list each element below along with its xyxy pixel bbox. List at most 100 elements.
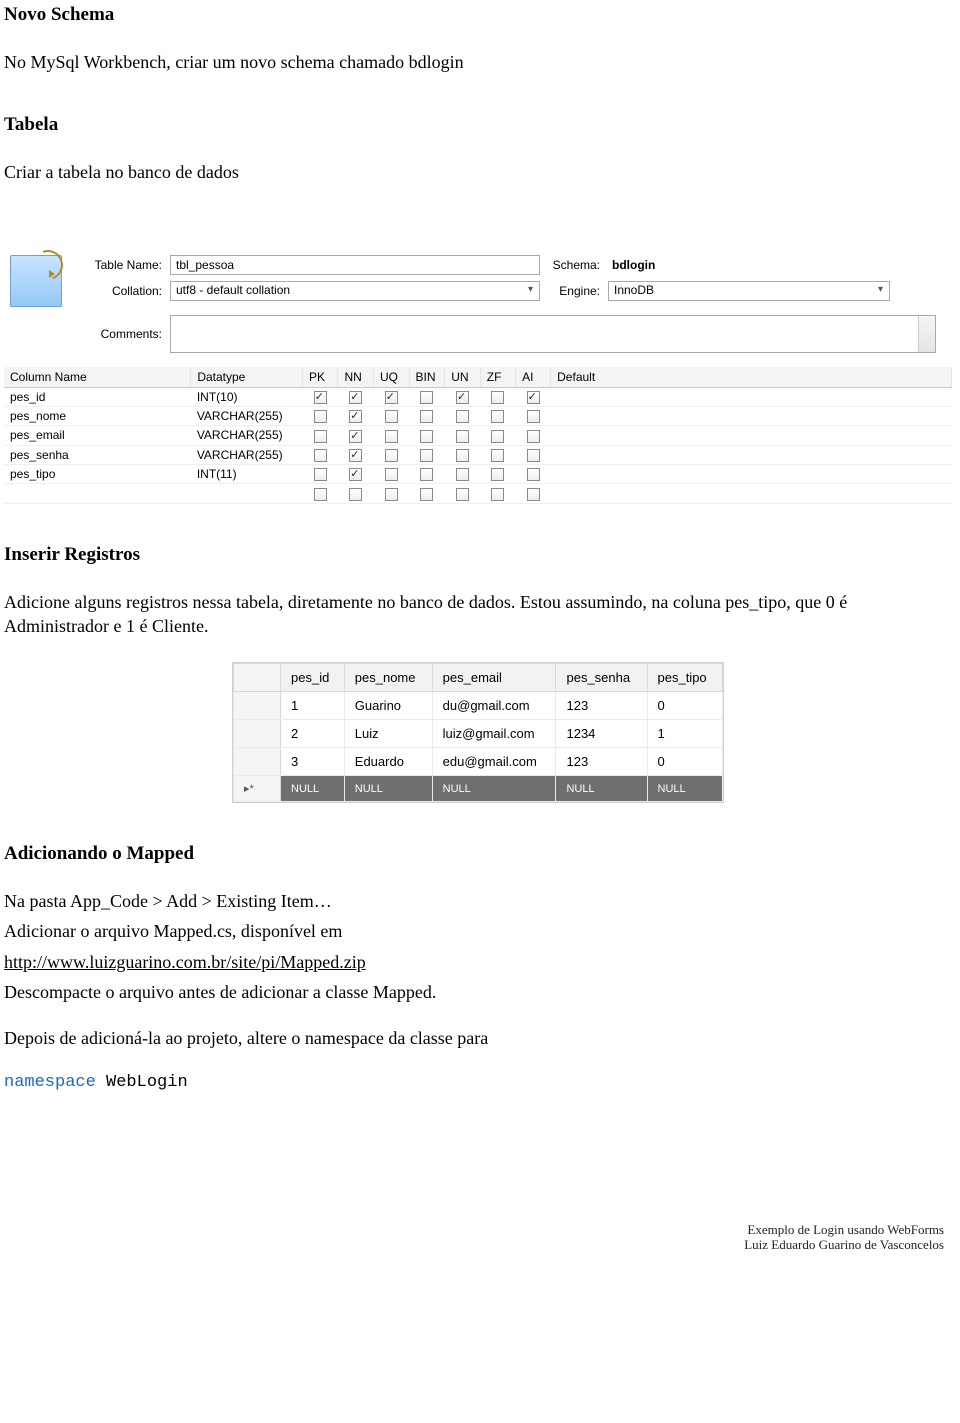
cell-id[interactable]: 3	[281, 748, 345, 776]
cell-id[interactable]: 2	[281, 720, 345, 748]
checkbox[interactable]	[491, 468, 504, 481]
cell-colname[interactable]: pes_senha	[4, 445, 191, 464]
cell-default[interactable]	[551, 426, 952, 445]
checkbox[interactable]	[491, 430, 504, 443]
cell-email[interactable]: du@gmail.com	[432, 692, 556, 720]
checkbox[interactable]	[420, 488, 433, 501]
cell-senha[interactable]: 1234	[556, 720, 647, 748]
checkbox[interactable]	[349, 488, 362, 501]
text-mapped-2: Adicionar o arquivo Mapped.cs, disponíve…	[4, 919, 952, 943]
textarea-comments[interactable]	[170, 315, 936, 353]
checkbox[interactable]	[314, 391, 327, 404]
text-inserir-desc: Adicione alguns registros nessa tabela, …	[4, 590, 952, 639]
checkbox[interactable]	[314, 468, 327, 481]
checkbox[interactable]	[314, 430, 327, 443]
checkbox[interactable]	[385, 449, 398, 462]
cell-nome[interactable]: Luiz	[344, 720, 432, 748]
cell-tipo[interactable]: 1	[647, 720, 723, 748]
cell-datatype[interactable]: INT(11)	[191, 464, 303, 483]
cell-datatype[interactable]: INT(10)	[191, 387, 303, 406]
cell-senha[interactable]: 123	[556, 692, 647, 720]
checkbox[interactable]	[456, 488, 469, 501]
cell-datatype[interactable]: VARCHAR(255)	[191, 445, 303, 464]
data-row[interactable]: 3Eduardoedu@gmail.com1230	[234, 748, 723, 776]
col-header-ai: AI	[516, 367, 551, 388]
cell-colname[interactable]: pes_tipo	[4, 464, 191, 483]
cell-default[interactable]	[551, 387, 952, 406]
checkbox[interactable]	[385, 488, 398, 501]
col-header-default: Default	[551, 367, 952, 388]
label-engine: Engine:	[548, 284, 600, 298]
checkbox[interactable]	[385, 410, 398, 423]
checkbox[interactable]	[491, 391, 504, 404]
text-mapped-3: Descompacte o arquivo antes de adicionar…	[4, 980, 952, 1004]
cell-tipo[interactable]: 0	[647, 692, 723, 720]
checkbox[interactable]	[420, 468, 433, 481]
cell-default[interactable]	[551, 445, 952, 464]
checkbox[interactable]	[456, 391, 469, 404]
checkbox[interactable]	[456, 430, 469, 443]
checkbox[interactable]	[349, 430, 362, 443]
cell-datatype[interactable]: VARCHAR(255)	[191, 406, 303, 425]
input-table-name[interactable]	[170, 255, 540, 275]
cell-colname[interactable]: pes_email	[4, 426, 191, 445]
checkbox[interactable]	[527, 449, 540, 462]
checkbox[interactable]	[527, 391, 540, 404]
checkbox[interactable]	[420, 391, 433, 404]
checkbox[interactable]	[491, 488, 504, 501]
checkbox[interactable]	[385, 430, 398, 443]
cell-datatype[interactable]: VARCHAR(255)	[191, 426, 303, 445]
cell-default[interactable]	[551, 464, 952, 483]
checkbox[interactable]	[527, 468, 540, 481]
checkbox[interactable]	[385, 468, 398, 481]
checkbox[interactable]	[527, 410, 540, 423]
select-engine[interactable]: InnoDB	[608, 281, 890, 301]
columns-grid: Column Name Datatype PK NN UQ BIN UN ZF …	[4, 367, 952, 504]
cell-tipo[interactable]: 0	[647, 748, 723, 776]
code-namespace: namespace WebLogin	[4, 1073, 952, 1092]
checkbox[interactable]	[314, 410, 327, 423]
label-table-name: Table Name:	[80, 258, 162, 272]
checkbox[interactable]	[349, 449, 362, 462]
checkbox[interactable]	[420, 430, 433, 443]
cell-nome[interactable]: Eduardo	[344, 748, 432, 776]
data-row-null[interactable]: NULLNULLNULLNULLNULL	[234, 776, 723, 802]
cell-nome[interactable]: Guarino	[344, 692, 432, 720]
checkbox[interactable]	[456, 468, 469, 481]
checkbox[interactable]	[420, 410, 433, 423]
cell-colname[interactable]: pes_id	[4, 387, 191, 406]
checkbox[interactable]	[349, 468, 362, 481]
checkbox[interactable]	[314, 449, 327, 462]
select-collation[interactable]: utf8 - default collation	[170, 281, 540, 301]
cell-default[interactable]	[551, 406, 952, 425]
checkbox[interactable]	[349, 410, 362, 423]
cell-senha[interactable]: 123	[556, 748, 647, 776]
heading-mapped: Adicionando o Mapped	[4, 843, 952, 865]
checkbox[interactable]	[527, 488, 540, 501]
checkbox[interactable]	[491, 410, 504, 423]
text-tabela-desc: Criar a tabela no banco de dados	[4, 160, 952, 184]
column-row: pes_tipoINT(11)	[4, 464, 952, 483]
checkbox[interactable]	[456, 410, 469, 423]
cell-email[interactable]: luiz@gmail.com	[432, 720, 556, 748]
checkbox[interactable]	[527, 430, 540, 443]
heading-novo-schema: Novo Schema	[4, 4, 952, 26]
cell-id[interactable]: 1	[281, 692, 345, 720]
column-row: pes_nomeVARCHAR(255)	[4, 406, 952, 425]
workbench-table-editor: Table Name: Schema: bdlogin Collation: u…	[4, 255, 952, 504]
cell-colname[interactable]: pes_nome	[4, 406, 191, 425]
column-row-empty[interactable]	[4, 484, 952, 503]
link-mapped-zip[interactable]: http://www.luizguarino.com.br/site/pi/Ma…	[4, 952, 366, 972]
data-row[interactable]: 2Luizluiz@gmail.com12341	[234, 720, 723, 748]
cell-email[interactable]: edu@gmail.com	[432, 748, 556, 776]
grid-header-email: pes_email	[432, 664, 556, 692]
data-row[interactable]: 1Guarinodu@gmail.com1230	[234, 692, 723, 720]
footer-line-1: Exemplo de Login usando WebForms	[4, 1222, 944, 1238]
checkbox[interactable]	[385, 391, 398, 404]
value-schema: bdlogin	[608, 258, 655, 272]
checkbox[interactable]	[349, 391, 362, 404]
checkbox[interactable]	[491, 449, 504, 462]
checkbox[interactable]	[420, 449, 433, 462]
checkbox[interactable]	[456, 449, 469, 462]
checkbox[interactable]	[314, 488, 327, 501]
